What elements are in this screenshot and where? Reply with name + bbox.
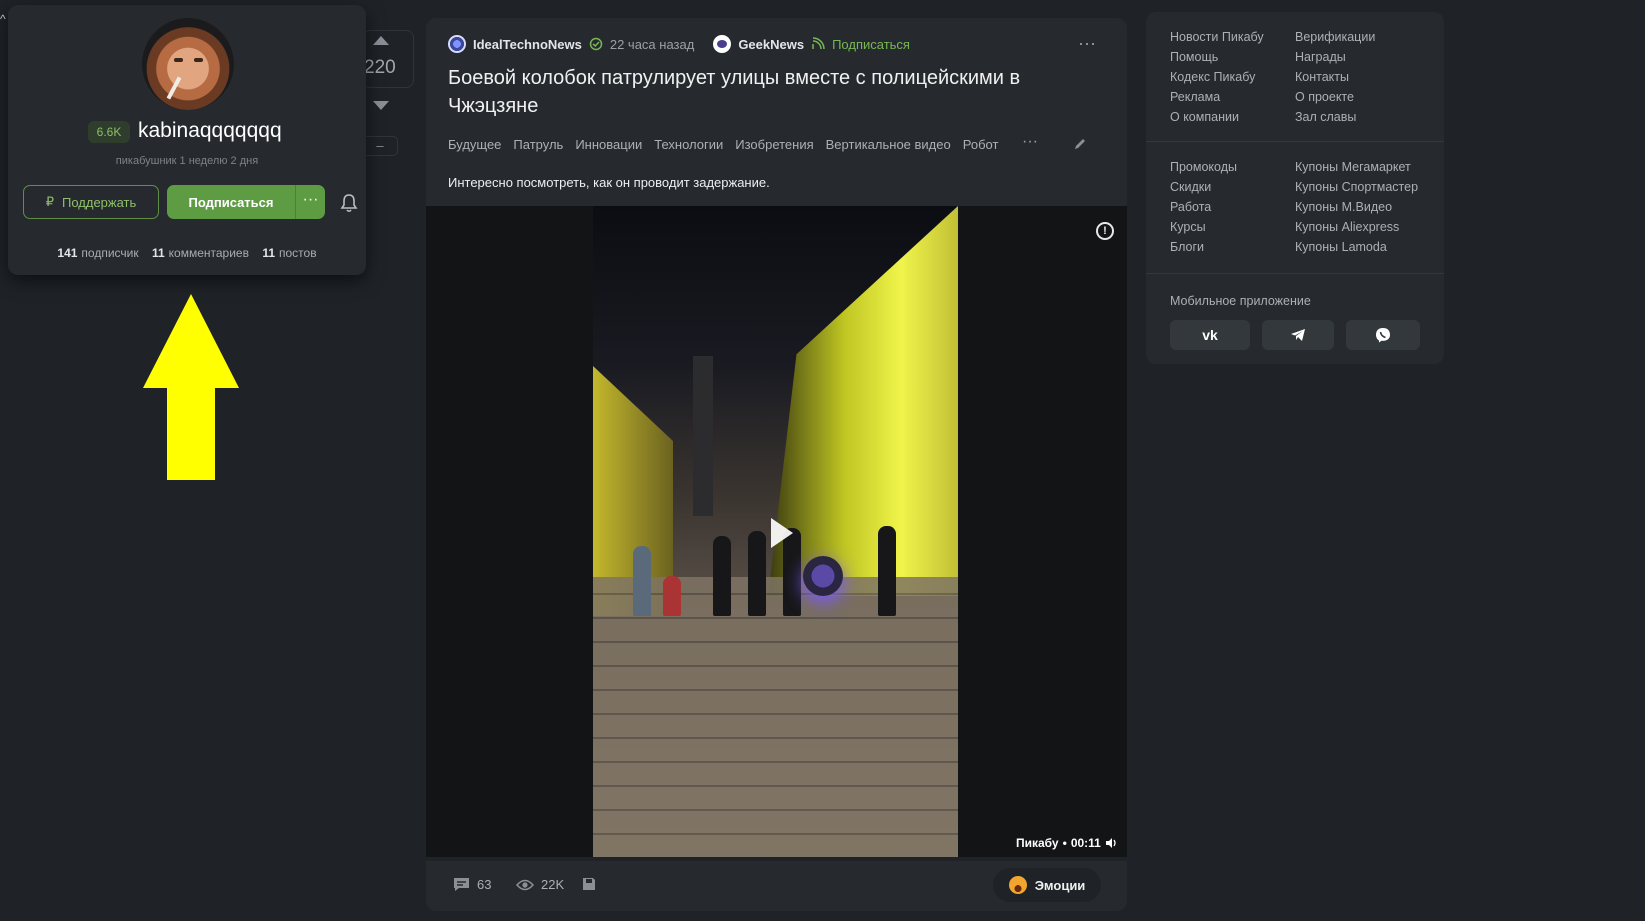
sidebar-link[interactable]: Купоны М.Видео [1295,197,1418,217]
viber-app-button[interactable] [1346,320,1420,350]
ruble-icon: ₽ [45,194,54,209]
profile-stats: 141 подписчик 11 комментариев 11 постов [8,246,366,260]
sidebar-link[interactable]: Новости Пикабу [1170,27,1264,47]
community-name[interactable]: GeekNews [738,37,804,52]
tag[interactable]: Патруль [513,137,563,152]
tag[interactable]: Технологии [654,137,723,152]
post-time: 22 часа назад [609,36,695,52]
telegram-app-button[interactable] [1262,320,1334,350]
play-icon[interactable] [771,518,793,548]
sidebar-link[interactable]: О проекте [1295,87,1375,107]
tag[interactable]: Будущее [448,137,501,152]
warning-icon[interactable]: ! [1096,222,1114,240]
comments-count: 11 [151,246,165,260]
subscribers-count: 141 [57,246,78,260]
subscribe-feed-icon [812,37,825,50]
viber-icon [1376,328,1390,343]
author-name[interactable]: IdealTechnoNews [473,37,582,52]
post-menu-button[interactable]: ··· [1078,33,1096,54]
sidebar-link[interactable]: Зал славы [1295,107,1375,127]
vk-icon: vk [1202,327,1218,343]
community-subscribe-link[interactable]: Подписаться [832,37,910,52]
sidebar-link[interactable]: Помощь [1170,47,1264,67]
tags-more-button[interactable]: ··· [1022,133,1038,151]
user-tenure: пикабушник 1 неделю 2 дня [115,155,259,167]
video-duration: 00:11 [1070,836,1101,850]
yellow-up-arrow-icon [143,294,239,480]
post-title[interactable]: Боевой колобок патрулирует улицы вместе … [448,64,1088,120]
mobile-app-title: Мобильное приложение [1170,294,1311,308]
video-meta: Пикабу • 00:11 [1016,836,1117,850]
vote-count: 220 [364,57,396,78]
tag[interactable]: Инновации [575,137,642,152]
verified-icon [589,37,603,51]
telegram-icon [1291,329,1305,341]
save-button[interactable] [582,877,596,891]
sidebar-link[interactable]: Купоны Lamoda [1295,237,1418,257]
profile-more-button[interactable]: ··· [295,185,325,219]
subscribers-label: подписчик [81,246,139,260]
vote-down-icon[interactable] [373,101,389,110]
vote-minus-button[interactable]: – [362,136,398,156]
sidebar-link[interactable]: Купоны Спортмастер [1295,177,1418,197]
sidebar-links-right-1: Верификации Награды Контакты О проекте З… [1295,27,1375,127]
support-button[interactable]: ₽ Поддержать [23,185,159,219]
community-icon[interactable] [713,35,732,53]
author-avatar-icon[interactable] [448,35,466,53]
video-source: Пикабу [1016,836,1059,850]
sidebar-link[interactable]: Промокоды [1170,157,1237,177]
sidebar-link[interactable]: Кодекс Пикабу [1170,67,1264,87]
tag[interactable]: Робот [963,137,999,152]
sidebar-links-right-2: Купоны Мегамаркет Купоны Спортмастер Куп… [1295,157,1418,257]
views-count: 22K [541,877,565,892]
video-separator: • [1062,836,1067,850]
emotions-button[interactable]: Эмоции [993,868,1101,902]
support-label: Поддержать [61,194,137,210]
sidebar-link[interactable]: Работа [1170,197,1237,217]
avatar[interactable] [142,18,234,110]
sidebar-divider [1146,273,1444,274]
sidebar-link[interactable]: Скидки [1170,177,1237,197]
comments-count: 63 [477,877,492,892]
subscribe-button[interactable]: Подписаться [167,185,295,219]
save-icon [583,878,595,890]
post-text: Интересно посмотреть, как он проводит за… [448,175,770,190]
comments-button[interactable]: 63 [453,877,491,892]
sidebar-link[interactable]: Реклама [1170,87,1264,107]
posts-count: 11 [262,246,275,260]
sidebar-link[interactable]: Контакты [1295,67,1375,87]
sidebar-link[interactable]: Блоги [1170,237,1237,257]
sidebar-links-left-1: Новости Пикабу Помощь Кодекс Пикабу Рекл… [1170,27,1264,127]
volume-icon[interactable] [1105,837,1117,849]
sidebar-link[interactable]: О компании [1170,107,1264,127]
sidebar-divider [1146,141,1444,142]
sidebar-links-left-2: Промокоды Скидки Работа Курсы Блоги [1170,157,1237,257]
collapse-caret-icon[interactable]: ^ [0,12,6,26]
comments-label: комментариев [168,246,249,260]
vote-up-icon[interactable] [373,36,389,45]
emotion-face-icon [1008,876,1027,894]
sidebar-link[interactable]: Купоны Мегамаркет [1295,157,1418,177]
views-stat: 22K [516,877,564,892]
sidebar-link[interactable]: Верификации [1295,27,1375,47]
eye-icon [516,879,534,890]
post-tags: Будущее Патруль Инновации Технологии Изо… [448,137,998,152]
comment-icon [454,878,469,891]
bell-icon[interactable] [340,193,358,213]
emotions-label: Эмоции [1034,877,1086,893]
vk-app-button[interactable]: vk [1170,320,1250,350]
sidebar-link[interactable]: Купоны Aliexpress [1295,217,1418,237]
sidebar-link[interactable]: Курсы [1170,217,1237,237]
username[interactable]: kabinaqqqqqqq [138,119,282,143]
sidebar-link[interactable]: Награды [1295,47,1375,67]
tag[interactable]: Изобретения [735,137,813,152]
rating-badge: 6.6K [88,121,130,143]
posts-label: постов [279,246,317,260]
tag[interactable]: Вертикальное видео [826,137,951,152]
post-author-row: IdealTechnoNews 22 часа назад GeekNews П… [448,35,910,53]
edit-tags-icon[interactable] [1073,137,1087,151]
